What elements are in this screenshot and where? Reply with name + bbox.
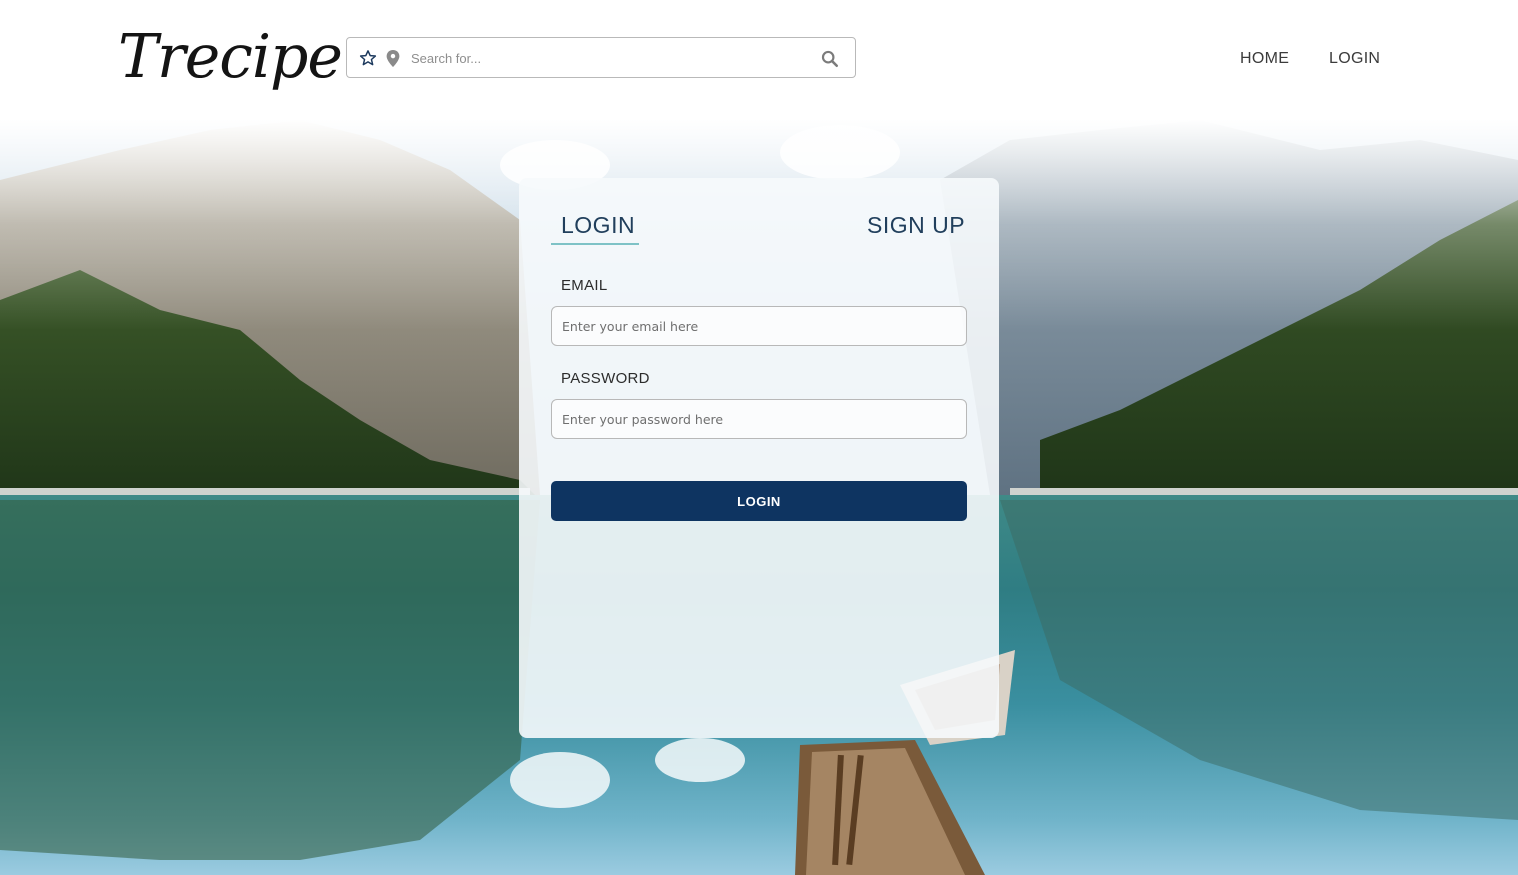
- left-reflection: [0, 500, 540, 860]
- brand-logo[interactable]: Trecipe: [118, 22, 343, 92]
- search-bar: [346, 37, 856, 78]
- nav-home-link[interactable]: HOME: [1240, 50, 1289, 68]
- active-tab-indicator: [551, 243, 639, 245]
- login-card: LOGIN SIGN UP EMAIL PASSWORD LOGIN: [519, 178, 999, 738]
- top-header: Trecipe HOME LOGIN: [0, 0, 1518, 118]
- search-input[interactable]: [411, 46, 791, 70]
- email-label: EMAIL: [561, 277, 608, 294]
- login-submit-button[interactable]: LOGIN: [551, 481, 967, 521]
- password-label: PASSWORD: [561, 370, 650, 387]
- rowboat: [795, 740, 985, 875]
- cloud-reflection: [655, 738, 745, 782]
- tab-login[interactable]: LOGIN: [561, 212, 635, 239]
- search-icon[interactable]: [821, 50, 839, 68]
- cloud-reflection: [510, 752, 610, 808]
- nav-login-link[interactable]: LOGIN: [1329, 50, 1380, 68]
- map-pin-icon[interactable]: [386, 50, 400, 67]
- right-reflection: [1000, 500, 1518, 820]
- tab-sign-up[interactable]: SIGN UP: [867, 212, 965, 239]
- email-field[interactable]: [551, 306, 967, 346]
- password-field[interactable]: [551, 399, 967, 439]
- star-icon[interactable]: [359, 49, 377, 67]
